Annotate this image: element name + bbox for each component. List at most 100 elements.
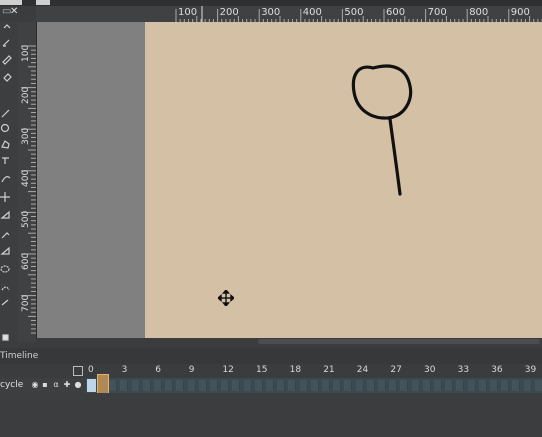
frame-cell[interactable] bbox=[333, 380, 342, 391]
frame-number-label: 33 bbox=[457, 365, 470, 375]
polygon-icon[interactable] bbox=[1, 140, 10, 149]
frame-cell[interactable] bbox=[310, 380, 319, 391]
ruler-label: 200 bbox=[219, 7, 239, 18]
frame-cell[interactable] bbox=[254, 380, 263, 391]
brush-icon[interactable] bbox=[2, 39, 10, 47]
keyframe-icon[interactable]: ● bbox=[74, 381, 82, 389]
ruler-label: 700 bbox=[21, 294, 31, 312]
frame-cell[interactable] bbox=[210, 380, 218, 391]
frame-cell[interactable] bbox=[456, 380, 465, 391]
eyedropper-icon[interactable] bbox=[1, 299, 9, 306]
frame-cell[interactable] bbox=[411, 380, 420, 391]
ruler-label: 800 bbox=[469, 7, 489, 18]
frame-cell[interactable] bbox=[366, 380, 375, 391]
frame-cell[interactable] bbox=[501, 380, 510, 391]
drawing-canvas[interactable] bbox=[145, 22, 542, 338]
frame-cell[interactable] bbox=[221, 380, 230, 391]
frame-cell[interactable] bbox=[523, 380, 532, 391]
frame-cell[interactable] bbox=[187, 380, 196, 391]
frame-cell[interactable] bbox=[243, 380, 252, 391]
ruler-label: 700 bbox=[427, 7, 447, 18]
workspace-area[interactable] bbox=[37, 22, 145, 338]
frame-cell[interactable] bbox=[165, 380, 174, 391]
hand-icon[interactable] bbox=[2, 334, 9, 341]
frame-cell[interactable] bbox=[445, 380, 454, 391]
eyedropper-icon[interactable] bbox=[1, 232, 10, 239]
timeline-settings-icon[interactable] bbox=[73, 366, 83, 376]
toolbar-button[interactable] bbox=[0, 0, 22, 5]
transform-icon[interactable] bbox=[3, 24, 11, 29]
frame-cell[interactable] bbox=[288, 380, 297, 391]
frame-number-label: 24 bbox=[356, 365, 369, 375]
fill-icon[interactable] bbox=[3, 73, 12, 82]
current-frame-cell[interactable] bbox=[87, 379, 96, 392]
frame-cell[interactable] bbox=[355, 380, 364, 391]
frame-number-label: 3 bbox=[121, 365, 128, 375]
lasso-icon[interactable] bbox=[0, 265, 10, 273]
timeline-title: Timeline bbox=[0, 351, 39, 361]
horizontal-ruler: 100 200 300 400 500 600 700 800 900 bbox=[36, 6, 542, 23]
frame-number-label: 30 bbox=[424, 365, 436, 375]
frame-number-label: 27 bbox=[390, 365, 402, 375]
toolbox-panel-header: ▭ ✕ bbox=[0, 6, 36, 22]
line-icon[interactable] bbox=[1, 109, 10, 118]
timeline-empty-area bbox=[86, 393, 542, 437]
horizontal-scrollbar[interactable] bbox=[36, 338, 542, 346]
close-icon[interactable]: ✕ bbox=[10, 6, 18, 17]
ruler-label: 400 bbox=[302, 7, 322, 18]
frame-cell[interactable] bbox=[322, 380, 330, 391]
ruler-label: 200 bbox=[21, 86, 31, 104]
timeline-frame-ruler[interactable]: 0 3 6 9 12 15 18 21 24 27 30 33 36 39 bbox=[0, 364, 542, 378]
frame-cell[interactable] bbox=[142, 380, 151, 391]
ruler-label: 100 bbox=[178, 7, 198, 18]
frame-cell[interactable] bbox=[109, 380, 118, 391]
skew-icon[interactable] bbox=[0, 210, 10, 219]
gradient-icon[interactable] bbox=[1, 176, 11, 183]
frame-cell[interactable] bbox=[400, 380, 409, 391]
ruler-icon[interactable] bbox=[0, 246, 10, 255]
circle-icon[interactable] bbox=[0, 123, 10, 133]
frame-cell[interactable] bbox=[232, 380, 241, 391]
frame-cell[interactable] bbox=[467, 380, 476, 391]
layer-name[interactable]: cycle bbox=[0, 380, 23, 390]
frame-cell[interactable] bbox=[534, 380, 542, 391]
frame-cell[interactable] bbox=[154, 380, 162, 391]
text-icon[interactable] bbox=[2, 157, 9, 164]
timeline-playhead[interactable] bbox=[97, 374, 109, 394]
magic-wand-icon[interactable] bbox=[1, 286, 10, 291]
frame-cell[interactable] bbox=[120, 380, 129, 391]
frame-cell[interactable] bbox=[434, 380, 442, 391]
frame-number-label: 9 bbox=[188, 365, 195, 375]
ruler-label: 600 bbox=[386, 7, 406, 18]
frame-cell[interactable] bbox=[299, 380, 308, 391]
frame-cell[interactable] bbox=[389, 380, 398, 391]
frame-cell[interactable] bbox=[478, 380, 487, 391]
scrollbar-thumb[interactable] bbox=[258, 339, 540, 344]
alpha-lock-icon[interactable]: α bbox=[52, 381, 60, 389]
frame-number-label: 21 bbox=[323, 365, 335, 375]
ruler-label: 300 bbox=[261, 7, 281, 18]
ruler-label: 500 bbox=[21, 211, 31, 229]
frame-cell[interactable] bbox=[490, 380, 498, 391]
onion-skin-icon[interactable]: ✚ bbox=[63, 381, 71, 389]
move-cursor-icon bbox=[218, 290, 234, 306]
ruler-label: 600 bbox=[21, 252, 31, 270]
frame-cell[interactable] bbox=[198, 380, 207, 391]
frame-cell[interactable] bbox=[176, 380, 185, 391]
frame-cell[interactable] bbox=[131, 380, 140, 391]
pencil-icon[interactable] bbox=[2, 55, 12, 65]
toolbar-button[interactable] bbox=[36, 0, 50, 5]
frame-cell[interactable] bbox=[266, 380, 274, 391]
move-icon[interactable] bbox=[0, 192, 10, 202]
frame-number-label: 0 bbox=[88, 365, 94, 375]
frame-cell[interactable] bbox=[422, 380, 431, 391]
frame-cell[interactable] bbox=[512, 380, 521, 391]
stick-figure-drawing bbox=[351, 64, 413, 196]
frame-cell[interactable] bbox=[277, 380, 286, 391]
frame-cell[interactable] bbox=[344, 380, 353, 391]
frame-cell[interactable] bbox=[378, 380, 386, 391]
layer-row[interactable]: cycle ◉ ▪ α ✚ ● bbox=[0, 378, 86, 393]
lock-icon[interactable]: ▪ bbox=[41, 381, 49, 389]
vertical-ruler: 100 200 300 400 500 600 700 bbox=[18, 22, 37, 342]
visibility-eye-icon[interactable]: ◉ bbox=[31, 381, 39, 389]
